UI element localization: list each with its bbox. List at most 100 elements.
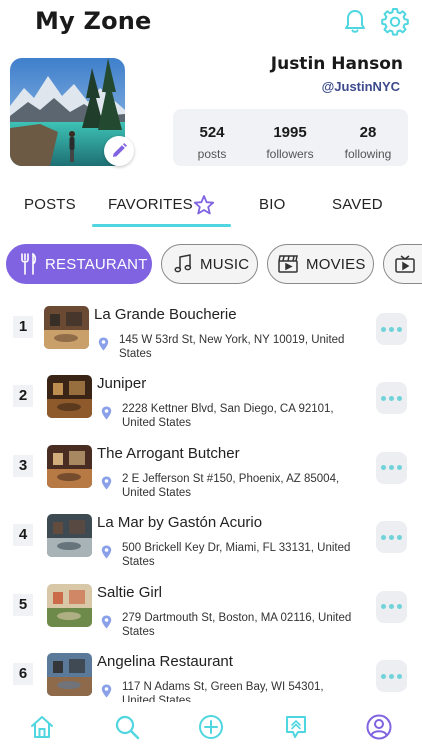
- profile-handle[interactable]: @JustinNYC: [322, 79, 400, 94]
- restaurant-name[interactable]: La Grande Boucherie: [94, 306, 237, 323]
- restaurant-address: 145 W 53rd St, New York, NY 10019, Unite…: [119, 334, 345, 360]
- restaurant-name[interactable]: Saltie Girl: [97, 584, 162, 601]
- restaurant-thumbnail[interactable]: [47, 583, 92, 627]
- chip-label: MOVIES: [306, 255, 366, 273]
- more-options-button[interactable]: [376, 451, 407, 484]
- star-icon: [193, 195, 215, 215]
- stat-label: following: [344, 147, 392, 161]
- list-item[interactable]: 1 La Grande Boucherie 145 W 53rd St, New Y…: [0, 300, 422, 369]
- dot: [397, 326, 402, 332]
- rank-number: 2: [13, 385, 33, 408]
- stats-panel: 524 posts 1995 followers 28 following: [173, 109, 408, 166]
- dot: [389, 326, 394, 332]
- restaurant-name[interactable]: Juniper: [97, 375, 146, 392]
- gear-icon[interactable]: [381, 8, 409, 36]
- tab-favorites[interactable]: FAVORITES: [108, 196, 193, 213]
- restaurant-name[interactable]: La Mar by Gastón Acurio: [97, 514, 262, 531]
- list-item[interactable]: 4 La Mar by Gastón Acurio 500 Brickell Key…: [0, 508, 422, 577]
- stat-posts[interactable]: 524 posts: [173, 109, 251, 161]
- dot: [389, 395, 394, 401]
- dot: [389, 465, 394, 471]
- tv-icon: [395, 255, 415, 273]
- more-options-button[interactable]: [376, 660, 407, 692]
- restaurant-address: 2 E Jefferson St #150, Phoenix, AZ 85004…: [122, 472, 340, 499]
- chat-icon[interactable]: [283, 714, 309, 740]
- profile-name: Justin Hanson: [270, 54, 403, 74]
- tab-favorites-label: FAVORITES: [108, 196, 193, 213]
- stat-value: 524: [199, 124, 225, 141]
- stat-followers[interactable]: 1995 followers: [251, 109, 329, 161]
- dot: [397, 534, 402, 540]
- location-pin-icon: [98, 337, 109, 351]
- dot: [389, 673, 394, 679]
- more-options-button[interactable]: [376, 521, 407, 554]
- restaurant-thumbnail[interactable]: [47, 444, 92, 488]
- chip-movies[interactable]: MOVIES: [267, 244, 374, 284]
- location-pin-icon: [101, 476, 112, 490]
- dot: [381, 395, 386, 401]
- more-options-button[interactable]: [376, 590, 407, 623]
- restaurant-photo: [47, 444, 92, 488]
- profile-tabs: POSTS FAVORITES BIO SAVED: [0, 190, 422, 230]
- restaurant-photo: [47, 583, 92, 627]
- tab-posts[interactable]: POSTS: [24, 196, 76, 213]
- dot: [381, 326, 386, 332]
- restaurant-thumbnail[interactable]: [44, 306, 89, 349]
- restaurant-photo: [47, 514, 92, 558]
- dot: [397, 395, 402, 401]
- dot: [381, 673, 386, 679]
- restaurant-thumbnail[interactable]: [47, 653, 92, 696]
- restaurant-name[interactable]: Angelina Restaurant: [97, 653, 233, 670]
- profile-icon[interactable]: [366, 714, 392, 740]
- active-tab-indicator: [92, 224, 231, 227]
- dot: [397, 673, 402, 679]
- category-chips: RESTAURANT MUSIC MOVIES: [0, 244, 422, 286]
- dot: [389, 604, 394, 610]
- restaurant-name[interactable]: The Arrogant Butcher: [97, 445, 240, 462]
- restaurant-photo: [47, 653, 92, 696]
- bell-icon[interactable]: [343, 9, 367, 35]
- rank-number: 3: [13, 454, 33, 477]
- dot: [381, 465, 386, 471]
- my-zone-screen: My Zone Justin Hanson @JustinNYC 524 pos…: [0, 0, 422, 750]
- add-icon[interactable]: [198, 714, 224, 740]
- home-icon[interactable]: [29, 714, 55, 740]
- restaurant-thumbnail[interactable]: [47, 375, 92, 419]
- chip-tv[interactable]: [383, 244, 422, 284]
- location-pin-icon: [101, 406, 112, 420]
- list-item[interactable]: 5 Saltie Girl 279 Dartmouth St, Boston, MA…: [0, 578, 422, 647]
- rank-number: 4: [13, 524, 33, 547]
- bottom-nav: [0, 702, 422, 750]
- chip-restaurant[interactable]: RESTAURANT: [6, 244, 152, 284]
- location-pin-icon: [101, 615, 112, 629]
- rank-number: 1: [13, 316, 33, 338]
- stat-value: 1995: [273, 124, 307, 141]
- restaurant-address: 279 Dartmouth St, Boston, MA 02116, Unit…: [122, 611, 352, 638]
- list-item[interactable]: 2 Juniper 2228 Kettner Blvd, San Diego, CA…: [0, 369, 422, 438]
- pencil-icon: [113, 143, 127, 157]
- more-options-button[interactable]: [376, 313, 407, 345]
- stat-label: followers: [266, 147, 314, 161]
- search-icon[interactable]: [114, 714, 140, 740]
- stat-following[interactable]: 28 following: [329, 109, 407, 161]
- rank-number: 5: [13, 593, 33, 616]
- restaurant-address: 500 Brickell Key Dr, Miami, FL 33131, Un…: [122, 542, 351, 569]
- list-item[interactable]: 3 The Arrogant Butcher 2 E Jefferson St #1…: [0, 439, 422, 508]
- dot: [381, 534, 386, 540]
- dot: [389, 534, 394, 540]
- stat-value: 28: [359, 124, 377, 141]
- clapperboard-icon: [278, 255, 298, 273]
- fork-knife-icon: [21, 253, 37, 275]
- music-note-icon: [174, 254, 192, 273]
- restaurant-thumbnail[interactable]: [47, 514, 92, 558]
- location-pin-icon: [101, 684, 112, 698]
- more-options-button[interactable]: [376, 382, 407, 415]
- tab-bio[interactable]: BIO: [259, 196, 285, 213]
- dot: [397, 465, 402, 471]
- chip-music[interactable]: MUSIC: [161, 244, 258, 284]
- dot: [381, 604, 386, 610]
- top-bar: My Zone: [0, 0, 422, 44]
- tab-saved[interactable]: SAVED: [332, 196, 383, 213]
- restaurant-photo: [47, 375, 92, 419]
- edit-photo-button[interactable]: [104, 136, 134, 166]
